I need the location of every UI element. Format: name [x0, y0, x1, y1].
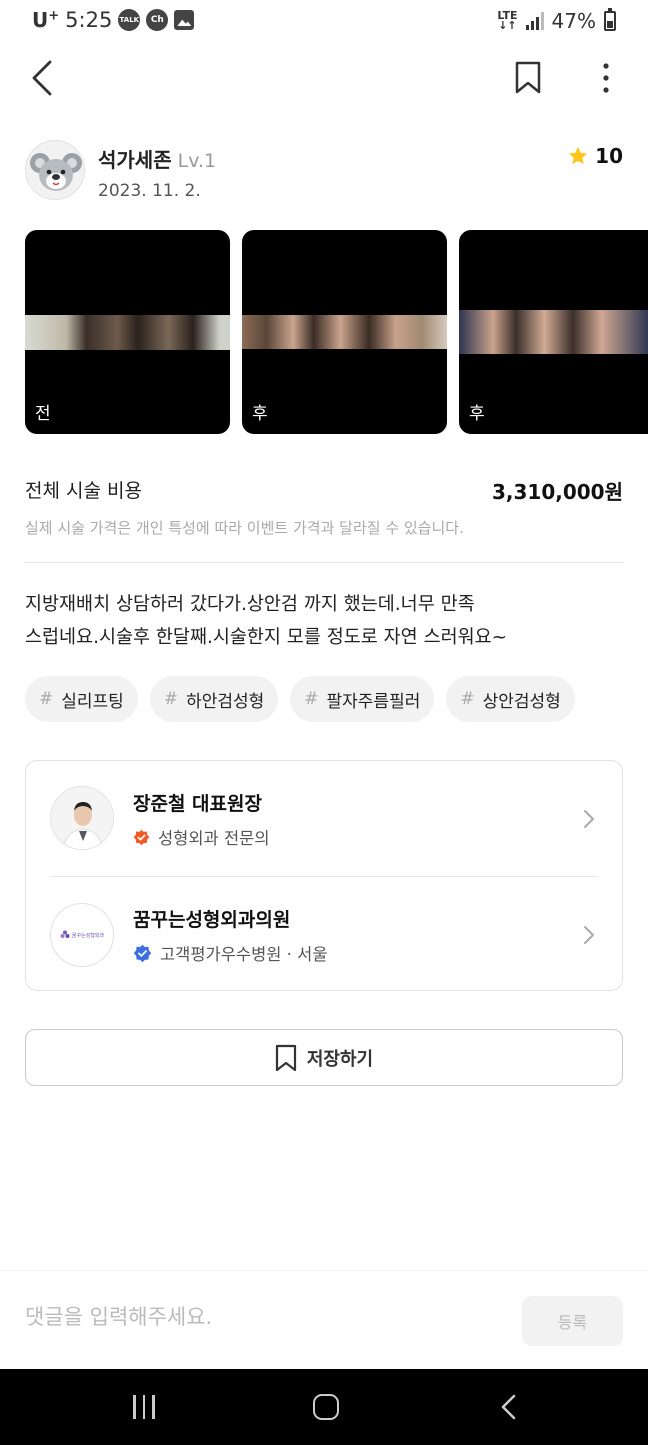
battery-icon	[604, 8, 616, 31]
comment-input[interactable]	[25, 1305, 485, 1329]
tag-label: 실리프팅	[61, 691, 124, 712]
clinic-logo: 꿈꾸는성형외과	[50, 903, 114, 967]
star-icon	[568, 146, 588, 165]
lte-icon: LTE ↓↑	[497, 9, 518, 32]
home-button[interactable]	[313, 1394, 339, 1420]
photo-before[interactable]: 전	[25, 230, 230, 434]
bookmark-button[interactable]	[514, 60, 542, 96]
treatment-cost: 전체 시술 비용 3,310,000원 실제 시술 가격은 개인 특성에 따라 …	[25, 476, 623, 538]
photo-carousel[interactable]: 전 후 후	[25, 230, 648, 434]
tag-label: 팔자주름필러	[326, 691, 421, 712]
photo-tag: 후	[469, 404, 485, 424]
author-name-line: 석가세존 Lv.1	[98, 144, 216, 173]
hash-icon: #	[460, 689, 475, 709]
chevron-left-icon	[32, 60, 52, 96]
kakaotalk-notification-icon: TALK	[118, 9, 141, 31]
carrier-name: U	[32, 8, 49, 32]
more-vertical-icon	[603, 63, 609, 93]
eye-photo-strip	[242, 315, 447, 349]
back-button[interactable]	[28, 58, 58, 98]
verified-badge-icon	[133, 829, 150, 845]
doctor-specialty-line: 성형외과 전문의	[133, 825, 270, 849]
bookmark-icon	[275, 1044, 296, 1071]
post-date: 2023. 11. 2.	[98, 181, 201, 201]
carrier-label: U+	[32, 8, 59, 32]
hash-icon: #	[39, 689, 54, 709]
author-level: Lv.1	[177, 150, 217, 172]
verified-badge-icon	[133, 944, 152, 962]
photo-tag: 전	[35, 404, 51, 424]
photo-tag: 후	[252, 404, 268, 424]
provider-card: 장준철 대표원장 성형외과 전문의 꿈꾸는성형외과 꿈꾸는성형외과의원 고객평가…	[25, 760, 623, 991]
clinic-name: 꿈꾸는성형외과의원	[133, 909, 291, 931]
gallery-notification-icon	[174, 10, 195, 30]
tag-chip[interactable]: # 팔자주름필러	[290, 676, 435, 722]
system-nav-bar	[0, 1369, 648, 1445]
tag-list: # 실리프팅 # 하안검성형 # 팔자주름필러 # 상안검성형	[25, 676, 575, 722]
channel-notification-icon: Ch	[146, 9, 169, 31]
cost-value: 3,310,000원	[491, 480, 623, 504]
submit-comment-button[interactable]: 등록	[522, 1296, 623, 1346]
rating-value: 10	[595, 144, 623, 168]
chevron-right-icon	[584, 810, 594, 828]
recent-apps-button[interactable]	[133, 1395, 159, 1419]
review-text: 지방재배치 상담하러 갔다가.상안검 까지 했는데.너무 만족 스럽네요.시술후…	[25, 588, 623, 654]
clinic-logo-text: 꿈꾸는성형외과	[71, 932, 105, 939]
comment-bar: 등록	[0, 1270, 648, 1370]
bookmark-icon	[515, 61, 541, 94]
battery-percent: 47%	[551, 9, 596, 33]
flower-logo-icon	[60, 930, 70, 938]
status-right: LTE ↓↑ 47%	[497, 8, 616, 33]
clinic-info-line: 고객평가우수병원 · 서울	[133, 941, 328, 965]
doctor-name: 장준철 대표원장	[133, 793, 262, 815]
hash-icon: #	[163, 689, 179, 709]
eye-photo-strip	[459, 310, 648, 354]
carrier-plus: +	[48, 8, 60, 24]
review-line: 지방재배치 상담하러 갔다가.상안검 까지 했는데.너무 만족	[25, 594, 475, 615]
doctor-specialty: 성형외과 전문의	[158, 829, 270, 848]
save-button[interactable]: 저장하기	[25, 1029, 623, 1086]
doctor-row[interactable]: 장준철 대표원장 성형외과 전문의	[26, 761, 622, 875]
cost-note: 실제 시술 가격은 개인 특성에 따라 이벤트 가격과 달라질 수 있습니다.	[25, 519, 464, 537]
chevron-right-icon	[584, 926, 594, 944]
clinic-info: 고객평가우수병원 · 서울	[160, 945, 328, 964]
author-name: 석가세존	[98, 148, 172, 172]
photo-after-1[interactable]: 후	[242, 230, 447, 434]
status-left: U+ 5:25 TALK Ch	[32, 8, 195, 32]
tag-chip[interactable]: # 상안검성형	[446, 676, 575, 722]
doctor-photo-icon	[51, 787, 113, 849]
system-back-button[interactable]	[498, 1393, 518, 1421]
network-label: LTE	[497, 9, 518, 22]
rating: 10	[567, 144, 623, 168]
doctor-avatar	[50, 786, 114, 850]
tag-label: 하안검성형	[186, 691, 265, 712]
divider	[25, 562, 623, 563]
author-avatar[interactable]	[25, 140, 85, 200]
clinic-row[interactable]: 꿈꾸는성형외과 꿈꾸는성형외과의원 고객평가우수병원 · 서울	[26, 877, 622, 991]
tag-label: 상안검성형	[482, 691, 561, 712]
tag-chip[interactable]: # 하안검성형	[149, 676, 279, 722]
eye-photo-strip	[25, 315, 230, 350]
photo-after-2[interactable]: 후	[459, 230, 648, 434]
review-line: 스럽네요.시술후 한달째.시술한지 모를 정도로 자연 스러워요~	[25, 627, 508, 648]
tag-chip[interactable]: # 실리프팅	[25, 676, 138, 722]
top-app-bar	[0, 52, 648, 104]
koala-avatar-icon	[30, 153, 82, 191]
more-options-button[interactable]	[596, 60, 616, 96]
save-button-label: 저장하기	[306, 1048, 374, 1070]
hash-icon: #	[304, 689, 319, 709]
status-bar: U+ 5:25 TALK Ch LTE ↓↑ 47%	[0, 0, 648, 44]
signal-icon	[525, 12, 544, 30]
clock: 5:25	[65, 8, 113, 32]
author-header: 석가세존 Lv.1 2023. 11. 2. 10	[25, 140, 623, 204]
